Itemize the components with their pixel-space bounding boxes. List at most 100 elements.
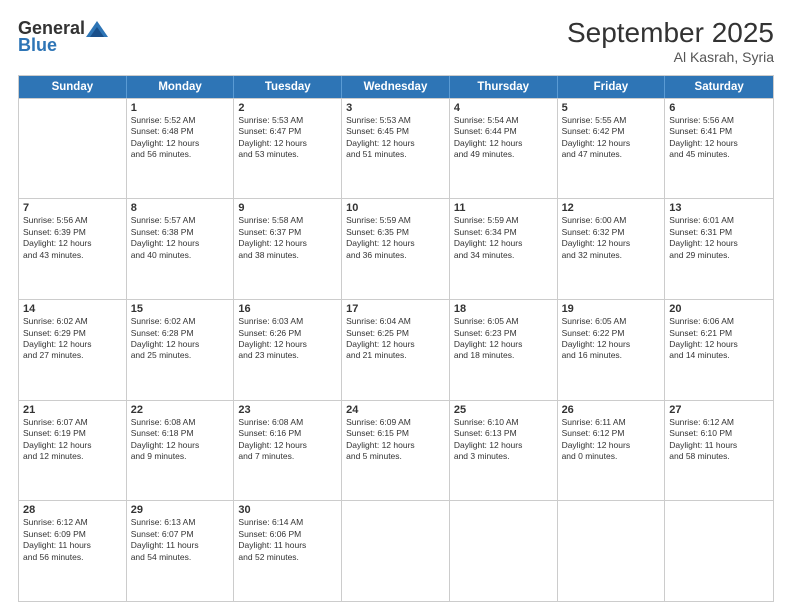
day-cell-2: 2Sunrise: 5:53 AM Sunset: 6:47 PM Daylig… — [234, 99, 342, 199]
day-number: 12 — [562, 202, 661, 214]
day-info: Sunrise: 5:57 AM Sunset: 6:38 PM Dayligh… — [131, 215, 230, 261]
day-info: Sunrise: 5:52 AM Sunset: 6:48 PM Dayligh… — [131, 115, 230, 161]
day-number: 5 — [562, 102, 661, 114]
day-cell-23: 23Sunrise: 6:08 AM Sunset: 6:16 PM Dayli… — [234, 401, 342, 501]
day-number: 13 — [669, 202, 769, 214]
day-cell-8: 8Sunrise: 5:57 AM Sunset: 6:38 PM Daylig… — [127, 199, 235, 299]
day-number: 29 — [131, 504, 230, 516]
day-cell-7: 7Sunrise: 5:56 AM Sunset: 6:39 PM Daylig… — [19, 199, 127, 299]
day-cell-18: 18Sunrise: 6:05 AM Sunset: 6:23 PM Dayli… — [450, 300, 558, 400]
day-info: Sunrise: 6:08 AM Sunset: 6:16 PM Dayligh… — [238, 417, 337, 463]
day-number: 21 — [23, 404, 122, 416]
day-cell-1: 1Sunrise: 5:52 AM Sunset: 6:48 PM Daylig… — [127, 99, 235, 199]
day-number: 9 — [238, 202, 337, 214]
day-cell-16: 16Sunrise: 6:03 AM Sunset: 6:26 PM Dayli… — [234, 300, 342, 400]
logo-icon — [86, 21, 108, 37]
day-cell-27: 27Sunrise: 6:12 AM Sunset: 6:10 PM Dayli… — [665, 401, 773, 501]
day-info: Sunrise: 6:01 AM Sunset: 6:31 PM Dayligh… — [669, 215, 769, 261]
day-number: 24 — [346, 404, 445, 416]
day-info: Sunrise: 5:56 AM Sunset: 6:39 PM Dayligh… — [23, 215, 122, 261]
day-info: Sunrise: 6:04 AM Sunset: 6:25 PM Dayligh… — [346, 316, 445, 362]
day-info: Sunrise: 6:07 AM Sunset: 6:19 PM Dayligh… — [23, 417, 122, 463]
day-cell-25: 25Sunrise: 6:10 AM Sunset: 6:13 PM Dayli… — [450, 401, 558, 501]
day-number: 11 — [454, 202, 553, 214]
day-info: Sunrise: 5:56 AM Sunset: 6:41 PM Dayligh… — [669, 115, 769, 161]
day-info: Sunrise: 6:06 AM Sunset: 6:21 PM Dayligh… — [669, 316, 769, 362]
day-info: Sunrise: 5:54 AM Sunset: 6:44 PM Dayligh… — [454, 115, 553, 161]
day-info: Sunrise: 5:55 AM Sunset: 6:42 PM Dayligh… — [562, 115, 661, 161]
day-number: 2 — [238, 102, 337, 114]
title-block: September 2025 Al Kasrah, Syria — [567, 18, 774, 65]
day-number: 6 — [669, 102, 769, 114]
day-cell-29: 29Sunrise: 6:13 AM Sunset: 6:07 PM Dayli… — [127, 501, 235, 601]
day-number: 27 — [669, 404, 769, 416]
day-cell-empty — [665, 501, 773, 601]
header-day-sunday: Sunday — [19, 76, 127, 98]
day-info: Sunrise: 5:59 AM Sunset: 6:35 PM Dayligh… — [346, 215, 445, 261]
day-number: 30 — [238, 504, 337, 516]
day-cell-21: 21Sunrise: 6:07 AM Sunset: 6:19 PM Dayli… — [19, 401, 127, 501]
day-info: Sunrise: 6:11 AM Sunset: 6:12 PM Dayligh… — [562, 417, 661, 463]
day-info: Sunrise: 5:58 AM Sunset: 6:37 PM Dayligh… — [238, 215, 337, 261]
location-title: Al Kasrah, Syria — [567, 49, 774, 65]
day-cell-5: 5Sunrise: 5:55 AM Sunset: 6:42 PM Daylig… — [558, 99, 666, 199]
day-cell-11: 11Sunrise: 5:59 AM Sunset: 6:34 PM Dayli… — [450, 199, 558, 299]
day-cell-24: 24Sunrise: 6:09 AM Sunset: 6:15 PM Dayli… — [342, 401, 450, 501]
day-number: 14 — [23, 303, 122, 315]
day-number: 19 — [562, 303, 661, 315]
header-day-monday: Monday — [127, 76, 235, 98]
day-cell-empty — [19, 99, 127, 199]
day-info: Sunrise: 6:12 AM Sunset: 6:09 PM Dayligh… — [23, 517, 122, 563]
day-cell-6: 6Sunrise: 5:56 AM Sunset: 6:41 PM Daylig… — [665, 99, 773, 199]
day-info: Sunrise: 6:03 AM Sunset: 6:26 PM Dayligh… — [238, 316, 337, 362]
day-number: 3 — [346, 102, 445, 114]
header-day-friday: Friday — [558, 76, 666, 98]
day-number: 1 — [131, 102, 230, 114]
day-cell-empty — [558, 501, 666, 601]
week-row-2: 7Sunrise: 5:56 AM Sunset: 6:39 PM Daylig… — [19, 198, 773, 299]
header-day-tuesday: Tuesday — [234, 76, 342, 98]
day-info: Sunrise: 6:05 AM Sunset: 6:23 PM Dayligh… — [454, 316, 553, 362]
week-row-5: 28Sunrise: 6:12 AM Sunset: 6:09 PM Dayli… — [19, 500, 773, 601]
day-cell-4: 4Sunrise: 5:54 AM Sunset: 6:44 PM Daylig… — [450, 99, 558, 199]
day-number: 17 — [346, 303, 445, 315]
day-cell-12: 12Sunrise: 6:00 AM Sunset: 6:32 PM Dayli… — [558, 199, 666, 299]
day-cell-14: 14Sunrise: 6:02 AM Sunset: 6:29 PM Dayli… — [19, 300, 127, 400]
week-row-3: 14Sunrise: 6:02 AM Sunset: 6:29 PM Dayli… — [19, 299, 773, 400]
day-cell-28: 28Sunrise: 6:12 AM Sunset: 6:09 PM Dayli… — [19, 501, 127, 601]
day-number: 4 — [454, 102, 553, 114]
day-info: Sunrise: 5:53 AM Sunset: 6:47 PM Dayligh… — [238, 115, 337, 161]
day-info: Sunrise: 6:02 AM Sunset: 6:28 PM Dayligh… — [131, 316, 230, 362]
day-info: Sunrise: 6:05 AM Sunset: 6:22 PM Dayligh… — [562, 316, 661, 362]
day-info: Sunrise: 6:13 AM Sunset: 6:07 PM Dayligh… — [131, 517, 230, 563]
day-number: 22 — [131, 404, 230, 416]
day-number: 7 — [23, 202, 122, 214]
header-day-wednesday: Wednesday — [342, 76, 450, 98]
day-info: Sunrise: 6:02 AM Sunset: 6:29 PM Dayligh… — [23, 316, 122, 362]
day-number: 10 — [346, 202, 445, 214]
week-row-1: 1Sunrise: 5:52 AM Sunset: 6:48 PM Daylig… — [19, 98, 773, 199]
day-info: Sunrise: 6:12 AM Sunset: 6:10 PM Dayligh… — [669, 417, 769, 463]
header-day-saturday: Saturday — [665, 76, 773, 98]
page: General Blue September 2025 Al Kasrah, S… — [0, 0, 792, 612]
day-number: 25 — [454, 404, 553, 416]
month-title: September 2025 — [567, 18, 774, 49]
day-info: Sunrise: 6:10 AM Sunset: 6:13 PM Dayligh… — [454, 417, 553, 463]
header: General Blue September 2025 Al Kasrah, S… — [18, 18, 774, 65]
day-cell-15: 15Sunrise: 6:02 AM Sunset: 6:28 PM Dayli… — [127, 300, 235, 400]
day-cell-10: 10Sunrise: 5:59 AM Sunset: 6:35 PM Dayli… — [342, 199, 450, 299]
calendar-body: 1Sunrise: 5:52 AM Sunset: 6:48 PM Daylig… — [19, 98, 773, 601]
day-info: Sunrise: 6:08 AM Sunset: 6:18 PM Dayligh… — [131, 417, 230, 463]
day-info: Sunrise: 6:09 AM Sunset: 6:15 PM Dayligh… — [346, 417, 445, 463]
day-cell-20: 20Sunrise: 6:06 AM Sunset: 6:21 PM Dayli… — [665, 300, 773, 400]
day-cell-19: 19Sunrise: 6:05 AM Sunset: 6:22 PM Dayli… — [558, 300, 666, 400]
day-number: 26 — [562, 404, 661, 416]
day-info: Sunrise: 6:00 AM Sunset: 6:32 PM Dayligh… — [562, 215, 661, 261]
day-info: Sunrise: 5:59 AM Sunset: 6:34 PM Dayligh… — [454, 215, 553, 261]
day-cell-17: 17Sunrise: 6:04 AM Sunset: 6:25 PM Dayli… — [342, 300, 450, 400]
day-number: 8 — [131, 202, 230, 214]
day-cell-empty — [450, 501, 558, 601]
day-cell-26: 26Sunrise: 6:11 AM Sunset: 6:12 PM Dayli… — [558, 401, 666, 501]
calendar: SundayMondayTuesdayWednesdayThursdayFrid… — [18, 75, 774, 602]
day-number: 16 — [238, 303, 337, 315]
